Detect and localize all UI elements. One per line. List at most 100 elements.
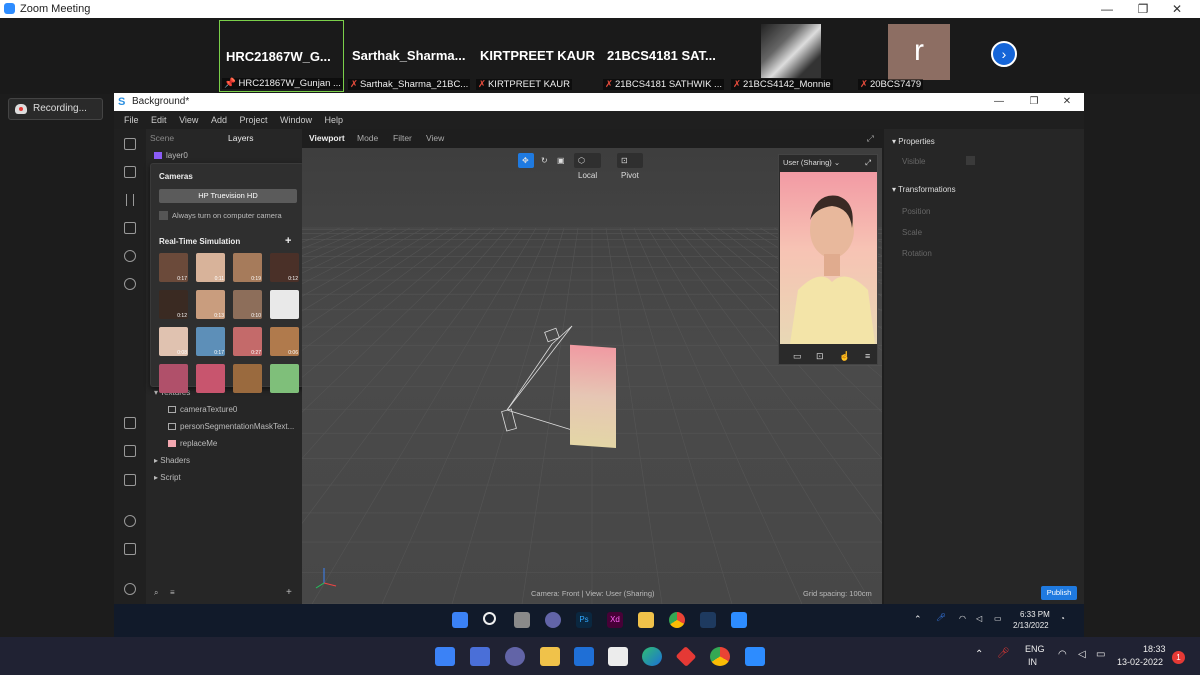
expand-icon[interactable]: ⤢ xyxy=(867,129,874,148)
simulation-video-thumbnail[interactable] xyxy=(270,364,299,393)
popout-icon[interactable]: ⤢ xyxy=(865,158,871,168)
next-page-button[interactable]: › xyxy=(991,41,1017,67)
capture-icon[interactable]: ⊡ xyxy=(816,351,824,362)
zoom-icon[interactable] xyxy=(745,647,765,666)
app-minimize-button[interactable]: — xyxy=(984,93,1014,111)
menu-add[interactable]: Add xyxy=(211,111,227,129)
asset-item[interactable]: personSegmentationMaskText... xyxy=(168,422,294,431)
adobe-xd-icon[interactable]: Xd xyxy=(607,612,623,628)
menu-view[interactable]: View xyxy=(179,111,198,129)
video-icon[interactable] xyxy=(124,166,136,178)
chrome-icon[interactable] xyxy=(669,612,685,628)
search-icon[interactable] xyxy=(124,278,136,290)
app-maximize-button[interactable]: ❐ xyxy=(1019,93,1049,111)
simulation-video-thumbnail[interactable]: 0:10 xyxy=(233,290,262,319)
store-icon[interactable] xyxy=(608,647,628,666)
close-button[interactable]: ✕ xyxy=(1162,0,1192,18)
start-icon[interactable] xyxy=(452,612,468,628)
teams-icon[interactable] xyxy=(545,612,561,628)
simulation-video-thumbnail[interactable] xyxy=(233,364,262,393)
visible-checkbox[interactable] xyxy=(966,156,975,165)
search-icon[interactable]: ⌕ xyxy=(154,588,158,598)
import-icon[interactable] xyxy=(124,417,136,429)
tab-filter[interactable]: Filter xyxy=(393,129,412,148)
menu-window[interactable]: Window xyxy=(280,111,312,129)
simulation-video-thumbnail[interactable] xyxy=(159,364,188,393)
layout-icon[interactable] xyxy=(124,138,136,150)
shaders-folder[interactable]: ▸ Shaders xyxy=(154,456,190,465)
simulation-video-thumbnail[interactable]: 0:19 xyxy=(233,253,262,282)
upload-icon[interactable] xyxy=(124,474,136,486)
file-explorer-icon[interactable] xyxy=(638,612,654,628)
simulation-video-thumbnail[interactable]: 0:12 xyxy=(159,290,188,319)
chrome-icon[interactable] xyxy=(710,647,730,666)
photoshop-icon[interactable]: Ps xyxy=(576,612,592,628)
move-tool-icon[interactable]: ✥ xyxy=(518,153,534,168)
gear-icon[interactable] xyxy=(124,583,136,595)
participant-tile[interactable]: 21BCS4181 SAT... ✗ 21BCS4181 SATHWIK ... xyxy=(601,20,726,92)
menu-help[interactable]: Help xyxy=(325,111,344,129)
tray-chevron-icon[interactable]: ⌃ xyxy=(914,614,922,625)
pause-icon[interactable] xyxy=(126,194,134,206)
menu-file[interactable]: File xyxy=(124,111,139,129)
volume-icon[interactable]: ◁ xyxy=(1078,649,1086,660)
login-icon[interactable] xyxy=(124,445,136,457)
add-asset-button[interactable]: + xyxy=(286,587,292,598)
preview-device-dropdown[interactable]: User (Sharing) ⌄ xyxy=(783,158,840,167)
publish-button[interactable]: Publish xyxy=(1041,586,1077,600)
tab-view[interactable]: View xyxy=(426,129,444,148)
properties-heading[interactable]: ▾ Properties xyxy=(892,137,935,146)
tab-viewport[interactable]: Viewport xyxy=(309,129,345,148)
widgets-icon[interactable] xyxy=(470,647,490,666)
mic-icon[interactable]: 🎤︎ xyxy=(936,613,946,622)
notification-icon[interactable]: ◔ xyxy=(1060,614,1065,623)
muted-mic-icon[interactable]: 🎤︎ xyxy=(997,648,1010,659)
participant-tile[interactable]: Sarthak_Sharma... ✗ Sarthak_Sharma_21BC..… xyxy=(346,20,471,92)
region[interactable]: IN xyxy=(1028,657,1037,667)
simulation-video-thumbnail[interactable] xyxy=(196,364,225,393)
stop-icon[interactable] xyxy=(124,222,136,234)
simulation-video-thumbnail[interactable]: 0:13 xyxy=(196,290,225,319)
scale-tool-icon[interactable]: ▣ xyxy=(553,153,567,168)
anydesk-icon[interactable] xyxy=(675,646,697,667)
simulation-video-thumbnail[interactable]: 0:27 xyxy=(233,327,262,356)
zoom-icon[interactable] xyxy=(731,612,747,628)
mail-icon[interactable] xyxy=(574,647,594,666)
edge-icon[interactable] xyxy=(642,647,662,666)
simulation-video-thumbnail[interactable]: 0:12 xyxy=(270,253,299,282)
search-icon[interactable] xyxy=(483,612,496,625)
menu-edit[interactable]: Edit xyxy=(151,111,167,129)
filter-icon[interactable]: ≡ xyxy=(170,588,175,597)
bug-icon[interactable] xyxy=(124,515,136,527)
participant-tile[interactable]: r ✗ 20BCS7479 xyxy=(856,20,981,92)
pivot-toggle[interactable]: ⊡ Pivot xyxy=(617,153,643,180)
language[interactable]: ENG xyxy=(1025,644,1045,654)
simulation-video-thumbnail[interactable] xyxy=(270,290,299,319)
spark-ar-icon[interactable] xyxy=(700,612,716,628)
record-video-icon[interactable]: ▭ xyxy=(793,351,802,362)
minimize-button[interactable]: — xyxy=(1092,0,1122,18)
asset-item[interactable]: replaceMe xyxy=(168,439,217,448)
menu-project[interactable]: Project xyxy=(239,111,267,129)
task-view-icon[interactable] xyxy=(514,612,530,628)
file-explorer-icon[interactable] xyxy=(540,647,560,666)
transformations-heading[interactable]: ▾ Transformations xyxy=(892,185,956,194)
notification-badge[interactable]: 1 xyxy=(1172,651,1185,664)
asset-item[interactable]: cameraTexture0 xyxy=(168,405,237,414)
camera-select-button[interactable]: HP Truevision HD xyxy=(159,189,297,203)
refresh-icon[interactable] xyxy=(124,250,136,262)
tab-layers[interactable]: Layers xyxy=(228,133,254,143)
participant-tile[interactable]: HRC21867W_G... 📌 HRC21867W_Gunjan ... xyxy=(219,20,344,92)
tray-chevron-icon[interactable]: ⌃ xyxy=(975,649,983,660)
always-on-checkbox[interactable]: Always turn on computer camera xyxy=(159,211,282,220)
participant-tile[interactable]: KIRTPREET KAUR ✗ KIRTPREET KAUR xyxy=(474,20,599,92)
app-close-button[interactable]: ✕ xyxy=(1052,93,1082,111)
tab-mode[interactable]: Mode xyxy=(357,129,378,148)
checkbox-box[interactable] xyxy=(159,211,168,220)
simulation-video-thumbnail[interactable]: 0:11 xyxy=(196,253,225,282)
simulation-video-thumbnail[interactable]: 0:17 xyxy=(196,327,225,356)
maximize-button[interactable]: ❐ xyxy=(1128,0,1158,18)
local-toggle[interactable]: ⬡ Local xyxy=(574,153,602,180)
touch-icon[interactable]: ☝ xyxy=(839,351,850,362)
rotate-tool-icon[interactable]: ↻ xyxy=(537,153,551,168)
